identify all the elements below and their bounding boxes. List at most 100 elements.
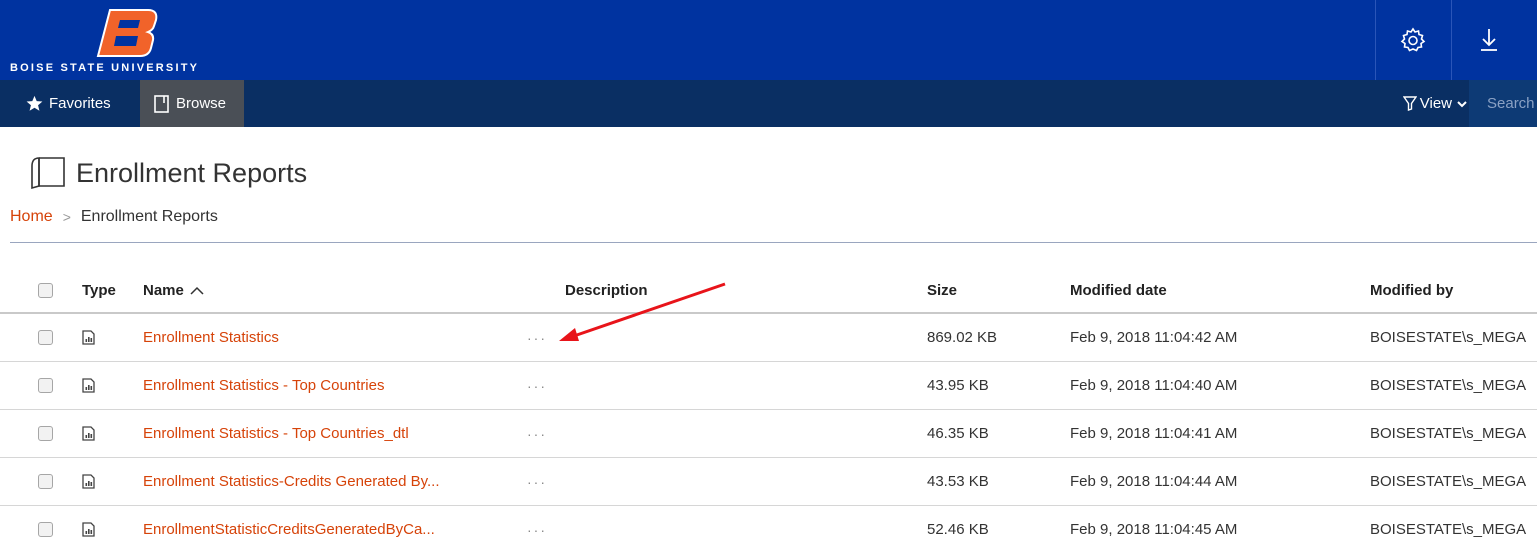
chevron-down-icon [1457,100,1467,108]
row-checkbox[interactable] [38,522,53,537]
report-name-link[interactable]: Enrollment Statistics-Credits Generated … [143,473,440,490]
column-header-description[interactable]: Description [565,268,925,312]
modified-date-cell: Feb 9, 2018 11:04:41 AM [1070,425,1238,442]
breadcrumb-separator: > [62,209,71,225]
column-header-name-label: Name [143,281,184,299]
settings-button[interactable] [1375,0,1449,80]
row-checkbox[interactable] [38,378,53,393]
row-checkbox-cell [38,314,56,361]
nav-browse-label: Browse [176,95,227,112]
title-divider [10,242,1537,243]
row-checkbox-cell [38,458,56,505]
more-options-icon[interactable]: ··· [527,426,547,442]
nav-favorites[interactable]: Favorites [26,80,111,127]
name-cell: EnrollmentStatisticCreditsGeneratedByCa.… [143,506,523,550]
modified-date-cell: Feb 9, 2018 11:04:44 AM [1070,473,1238,490]
modified-date-cell: Feb 9, 2018 11:04:45 AM [1070,521,1238,538]
size-cell: 46.35 KB [927,425,989,442]
column-header-name[interactable]: Name [143,268,523,312]
modified-date-cell: Feb 9, 2018 11:04:42 AM [1070,329,1238,346]
name-cell: Enrollment Statistics [143,314,523,361]
size-cell: 52.46 KB [927,521,989,538]
view-menu-label: View [1419,95,1452,112]
report-file-icon [82,474,95,489]
report-name-link[interactable]: EnrollmentStatisticCreditsGeneratedByCa.… [143,521,435,538]
modified-by-cell: BOISESTATE\s_MEGA [1370,521,1527,538]
report-file-icon [82,378,95,393]
report-file-icon [82,522,95,537]
b-logo-icon [96,9,158,57]
modified-date-cell: Feb 9, 2018 11:04:40 AM [1070,377,1238,394]
modified-by-cell: BOISESTATE\s_MEGA [1370,329,1527,346]
row-checkbox[interactable] [38,330,53,345]
description-cell: ··· [527,410,887,457]
row-checkbox-cell [38,362,56,409]
size-cell: 869.02 KB [927,329,998,346]
name-cell: Enrollment Statistics-Credits Generated … [143,458,523,505]
select-all-cell [38,268,56,312]
row-checkbox[interactable] [38,474,53,489]
star-icon [26,95,43,112]
view-menu[interactable]: View [1402,80,1467,127]
filter-icon [1402,96,1417,111]
modified-by-cell: BOISESTATE\s_MEGA [1370,425,1527,442]
name-cell: Enrollment Statistics - Top Countries_dt… [143,410,523,457]
download-arrow-icon [1480,29,1497,51]
description-cell: ··· [527,314,887,361]
modified-by-cell: BOISESTATE\s_MEGA [1370,377,1527,394]
table-row[interactable]: Enrollment Statistics - Top Countries ··… [0,362,1537,410]
type-cell [82,506,122,550]
reports-table: Type Name Description Size Modified date… [0,268,1537,550]
table-row[interactable]: Enrollment Statistics - Top Countries_dt… [0,410,1537,458]
page-title: Enrollment Reports [30,156,307,190]
row-checkbox-cell [38,410,56,457]
report-name-link[interactable]: Enrollment Statistics - Top Countries_dt… [143,425,409,442]
nav-browse[interactable]: Browse [140,80,245,127]
breadcrumb-current: Enrollment Reports [80,208,218,225]
column-header-type[interactable]: Type [82,268,122,312]
breadcrumb-home-link[interactable]: Home [10,208,53,226]
logo-text: BOISE STATE UNIVERSITY [10,62,200,74]
nav-bar: Favorites Browse View [0,80,1537,127]
select-all-checkbox[interactable] [38,282,53,298]
nav-favorites-label: Favorites [49,95,111,112]
table-row[interactable]: EnrollmentStatisticCreditsGeneratedByCa.… [0,506,1537,550]
breadcrumb: Home > Enrollment Reports [10,208,218,226]
type-cell [82,362,122,409]
download-button[interactable] [1451,0,1525,80]
description-cell: ··· [527,458,887,505]
more-options-icon[interactable]: ··· [527,378,547,394]
name-cell: Enrollment Statistics - Top Countries [143,362,523,409]
row-checkbox[interactable] [38,426,53,441]
size-cell: 43.53 KB [927,473,989,490]
modified-by-cell: BOISESTATE\s_MEGA [1370,473,1527,490]
description-cell: ··· [527,506,887,550]
page-title-text: Enrollment Reports [76,157,308,188]
gear-icon [1400,27,1425,52]
sort-ascending-icon [190,286,204,295]
more-options-icon[interactable]: ··· [527,474,547,490]
column-header-size[interactable]: Size [927,268,1047,312]
folder-page-icon [31,157,65,190]
column-header-modified-date[interactable]: Modified date [1070,268,1340,312]
search-box[interactable] [1469,80,1537,127]
report-file-icon [82,330,95,345]
university-logo[interactable]: BOISE STATE UNIVERSITY [10,6,250,76]
type-cell [82,314,122,361]
report-name-link[interactable]: Enrollment Statistics [143,329,279,346]
more-options-icon[interactable]: ··· [527,330,547,346]
table-row[interactable]: Enrollment Statistics ··· 869.02 KB Feb … [0,314,1537,362]
top-header: BOISE STATE UNIVERSITY [0,0,1537,80]
more-options-icon[interactable]: ··· [527,522,547,538]
table-header-row: Type Name Description Size Modified date… [0,268,1537,314]
description-cell: ··· [527,362,887,409]
report-file-icon [82,426,95,441]
column-header-modified-by[interactable]: Modified by [1370,268,1537,312]
report-name-link[interactable]: Enrollment Statistics - Top Countries [143,377,385,394]
type-cell [82,410,122,457]
table-row[interactable]: Enrollment Statistics-Credits Generated … [0,458,1537,506]
size-cell: 43.95 KB [927,377,989,394]
type-cell [82,458,122,505]
folder-page-icon [154,94,170,113]
search-input[interactable] [1469,80,1537,127]
